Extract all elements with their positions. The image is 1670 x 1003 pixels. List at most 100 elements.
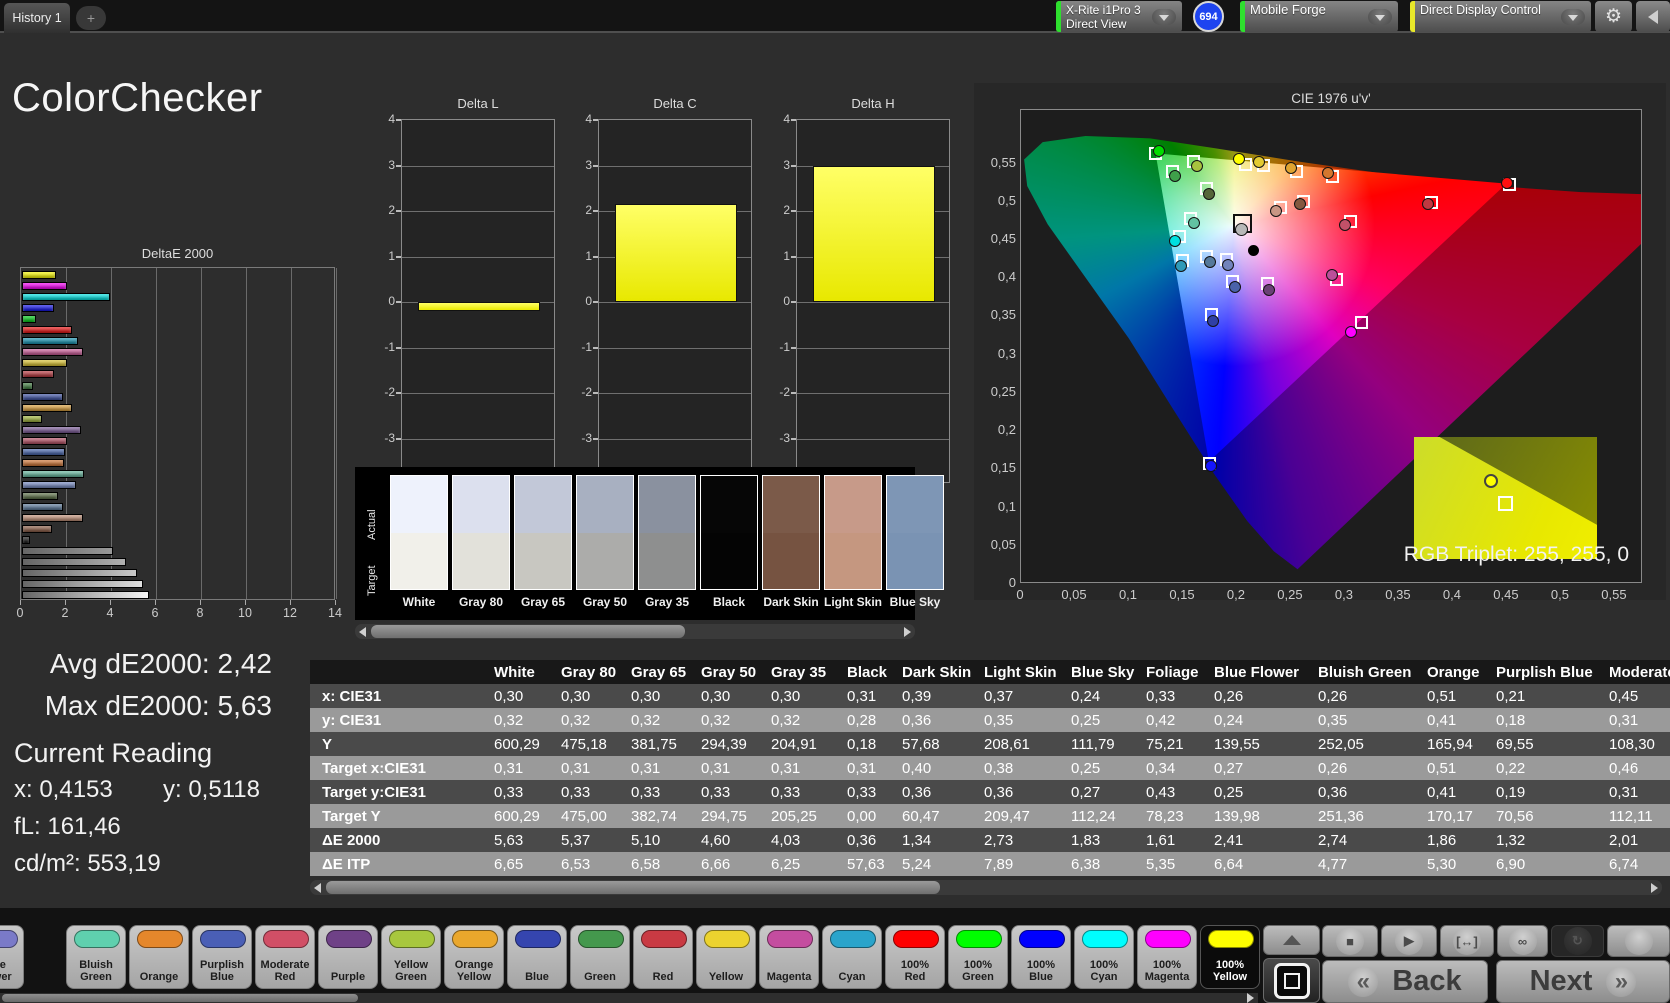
chevron-down-icon[interactable]: [1561, 9, 1585, 25]
pattern-source-button[interactable]: Mobile Forge: [1240, 1, 1398, 32]
pattern-label: Moderate Red: [260, 959, 310, 983]
measured-marker[interactable]: [1293, 198, 1306, 211]
workflow-button[interactable]: Direct Display Control: [1410, 1, 1591, 32]
patch-swatch-dark-skin[interactable]: [762, 475, 820, 590]
measured-marker[interactable]: [1263, 283, 1276, 296]
scroll-left-icon[interactable]: [314, 883, 321, 893]
pattern-button-magenta[interactable]: Magenta: [759, 925, 819, 989]
table-cell: 0,24: [1071, 687, 1101, 705]
pattern-button-blue[interactable]: Blue: [507, 925, 567, 989]
measured-marker[interactable]: [1234, 222, 1248, 236]
pattern-button-100-green[interactable]: 100% Green: [948, 925, 1008, 989]
measured-marker[interactable]: [1202, 188, 1215, 201]
measured-marker[interactable]: [1187, 217, 1200, 230]
measured-marker[interactable]: [1338, 218, 1351, 231]
y-tick-label: 4: [783, 112, 790, 126]
inset-target-marker[interactable]: [1497, 496, 1513, 512]
strip-scrollbar-thumb[interactable]: [371, 625, 685, 638]
pattern-button-100-cyan[interactable]: 100% Cyan: [1074, 925, 1134, 989]
pattern-button-bluish-green[interactable]: Bluish Green: [66, 925, 126, 989]
patch-swatch-blue-sky[interactable]: [886, 475, 944, 590]
stop-button[interactable]: ■: [1322, 925, 1378, 957]
patch-swatch-gray-65[interactable]: [514, 475, 572, 590]
pattern-button-orange-yellow[interactable]: Orange Yellow: [444, 925, 504, 989]
window-pattern-button[interactable]: [1263, 958, 1320, 1003]
measured-marker[interactable]: [1321, 166, 1334, 179]
tab-history-1[interactable]: History 1: [4, 3, 70, 33]
strip-scrollbar[interactable]: [355, 624, 915, 639]
collapse-panel-button[interactable]: [1636, 1, 1670, 32]
measured-marker[interactable]: [1247, 245, 1259, 257]
pattern-button-green[interactable]: Green: [570, 925, 630, 989]
settings-button[interactable]: ⚙: [1595, 1, 1632, 32]
chevron-down-icon[interactable]: [1368, 9, 1392, 25]
chevron-down-icon[interactable]: [1152, 9, 1176, 25]
pattern-button-cyan[interactable]: Cyan: [822, 925, 882, 989]
scroll-right-icon[interactable]: [1651, 883, 1658, 893]
pattern-button-100-yellow[interactable]: 100% Yellow: [1200, 925, 1260, 989]
pattern-button-blue-flower[interactable]: BlueFlower: [0, 925, 24, 989]
color-chip: [326, 930, 372, 948]
toolbar-scrollbar[interactable]: [0, 993, 1258, 1003]
measured-marker[interactable]: [1252, 155, 1265, 168]
table-cell: 0,33: [701, 783, 731, 801]
de-bar-foliage: [22, 492, 59, 500]
patch-swatch-gray-80[interactable]: [452, 475, 510, 590]
swatch-label: Dark Skin: [763, 595, 819, 609]
pattern-button-yellow-green[interactable]: Yellow Green: [381, 925, 441, 989]
range-button[interactable]: [↔]: [1440, 925, 1494, 957]
color-chip: [137, 930, 183, 948]
back-button[interactable]: « Back: [1322, 960, 1488, 1003]
pattern-button-100-red[interactable]: 100% Red: [885, 925, 945, 989]
pattern-button-red[interactable]: Red: [633, 925, 693, 989]
swatch-label: Gray 50: [582, 595, 628, 609]
measured-marker[interactable]: [1284, 162, 1297, 175]
measured-marker[interactable]: [1203, 256, 1216, 269]
toolbar-scrollbar-thumb[interactable]: [2, 994, 358, 1002]
table-cell: 6,90: [1496, 855, 1526, 873]
reading-y: y: 0,5118: [163, 776, 260, 803]
pattern-button-orange[interactable]: Orange: [129, 925, 189, 989]
measured-marker[interactable]: [1233, 152, 1246, 165]
scroll-right-icon[interactable]: [904, 627, 911, 637]
actual-color: [763, 476, 819, 533]
pattern-label: 100% Magenta: [1144, 959, 1190, 983]
table-cell: 0,26: [1214, 687, 1244, 705]
target-marker[interactable]: [1354, 316, 1368, 330]
measured-marker[interactable]: [1191, 159, 1204, 172]
blank-button[interactable]: [1607, 925, 1670, 957]
play-button[interactable]: ▶: [1381, 925, 1437, 957]
table-cell: 600,29: [494, 807, 540, 825]
de-bar-gray-35: [22, 547, 113, 556]
table-scrollbar[interactable]: [310, 880, 1662, 895]
table-cell: 5,10: [631, 831, 661, 849]
blank-icon: [1624, 927, 1653, 955]
measured-marker[interactable]: [1174, 259, 1187, 272]
patch-swatch-gray-50[interactable]: [576, 475, 634, 590]
inset-measured-marker[interactable]: [1483, 473, 1498, 488]
x-tick-label: 0,55: [1601, 587, 1627, 602]
pattern-button-purple[interactable]: Purple: [318, 925, 378, 989]
measured-marker[interactable]: [1269, 204, 1282, 217]
add-tab-button[interactable]: +: [76, 6, 106, 30]
pattern-button-moderate-red[interactable]: Moderate Red: [255, 925, 315, 989]
pattern-button-100-blue[interactable]: 100% Blue: [1011, 925, 1071, 989]
pattern-button-100-magenta[interactable]: 100% Magenta: [1137, 925, 1197, 989]
measured-marker[interactable]: [1205, 459, 1218, 472]
patch-swatch-black[interactable]: [700, 475, 758, 590]
patch-swatch-light-skin[interactable]: [824, 475, 882, 590]
meter-selector-button[interactable]: X-Rite i1Pro 3 Direct View: [1056, 1, 1182, 32]
toolbar-expand-button[interactable]: [1263, 925, 1320, 955]
table-scrollbar-thumb[interactable]: [326, 881, 940, 894]
next-button[interactable]: Next »: [1496, 960, 1670, 1003]
patch-swatch-gray-35[interactable]: [638, 475, 696, 590]
pattern-button-yellow[interactable]: Yellow: [696, 925, 756, 989]
loop-button[interactable]: ∞: [1497, 925, 1548, 957]
meter-name: X-Rite i1Pro 3: [1066, 3, 1141, 17]
scroll-right-icon[interactable]: [1247, 993, 1254, 1003]
pattern-button-purplish-blue[interactable]: Purplish Blue: [192, 925, 252, 989]
refresh-button[interactable]: ↻: [1551, 925, 1604, 957]
pattern-label: Green: [584, 971, 616, 983]
patch-swatch-white[interactable]: [390, 475, 448, 590]
scroll-left-icon[interactable]: [359, 627, 366, 637]
